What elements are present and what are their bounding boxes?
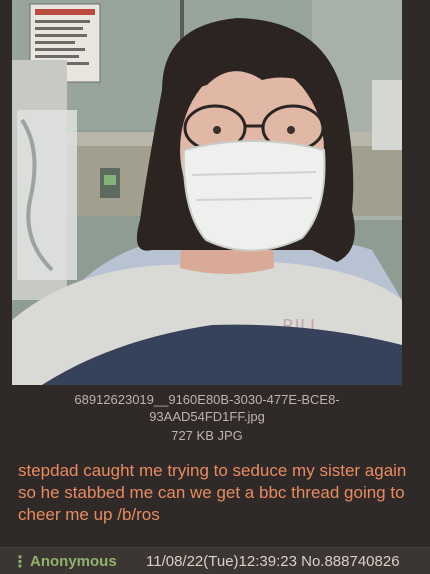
- hospital-selfie-image: RILL: [12, 0, 402, 385]
- vertical-dots-icon[interactable]: ⋮: [12, 552, 28, 572]
- post-image[interactable]: RILL: [12, 0, 402, 385]
- post-comment: stepdad caught me trying to seduce my si…: [18, 461, 407, 524]
- post-container: RILL 68912623019__9160E80B-3030-477E-BCE…: [0, 0, 430, 545]
- file-size: 727 KB JPG: [171, 428, 243, 443]
- poster-name: Anonymous: [30, 553, 117, 570]
- file-name-line-1[interactable]: 68912623019__9160E80B-3030-477E-BCE8-: [12, 391, 402, 408]
- reply-header: ⋮ Anonymous 11/08/22(Tue)12:39:23 No.888…: [0, 547, 430, 574]
- file-name-line-2[interactable]: 93AAD54FD1FF.jpg: [12, 408, 402, 425]
- post-meta[interactable]: 11/08/22(Tue)12:39:23 No.888740826: [146, 553, 400, 570]
